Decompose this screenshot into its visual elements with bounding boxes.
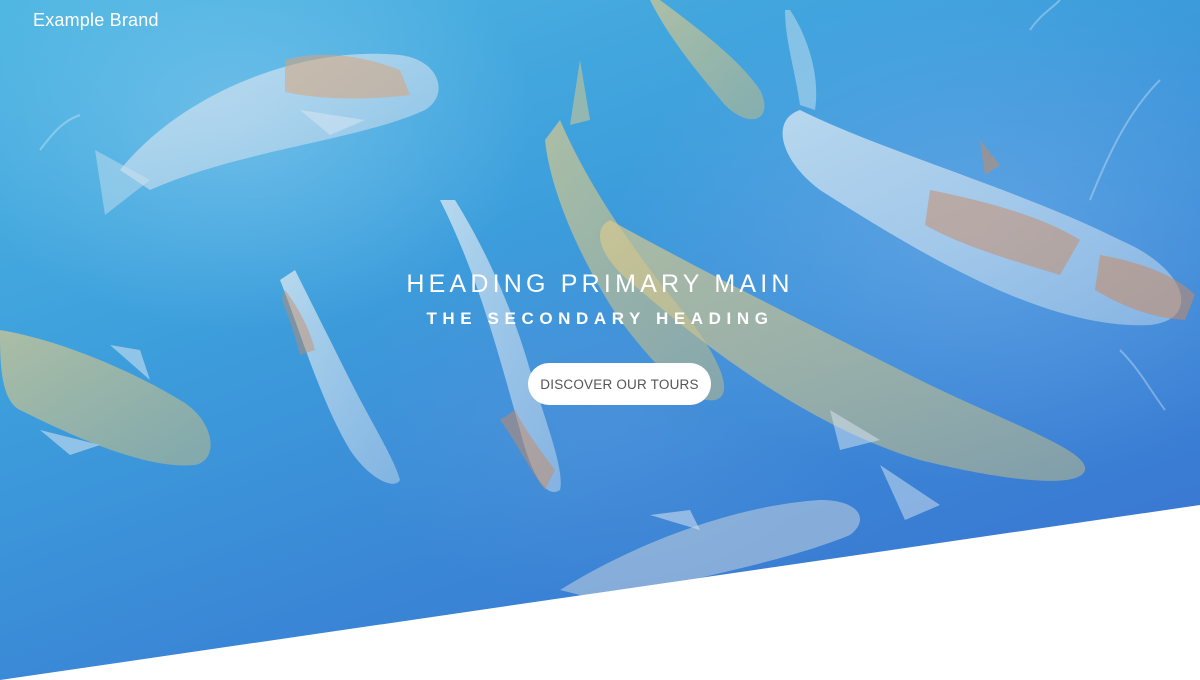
koi-fish-pond-icon: [0, 0, 1195, 600]
koi-fish: [650, 0, 817, 120]
koi-fish: [95, 53, 439, 215]
koi-fish: [0, 330, 211, 466]
heading-secondary: THE SECONDARY HEADING: [426, 309, 774, 328]
discover-tours-button[interactable]: DISCOVER OUR TOURS: [528, 363, 711, 405]
hero-headings: HEADING PRIMARY MAIN THE SECONDARY HEADI…: [0, 266, 1200, 334]
koi-fish: [560, 500, 860, 600]
koi-fish: [440, 200, 561, 492]
heading-primary: HEADING PRIMARY MAIN: [406, 270, 794, 298]
koi-fish: [545, 60, 725, 401]
hero-section: [0, 0, 1200, 680]
landing-page: Example Brand HEADING PRIMARY MAIN THE S…: [0, 0, 1200, 680]
brand-logo-link[interactable]: Example Brand: [33, 10, 159, 31]
